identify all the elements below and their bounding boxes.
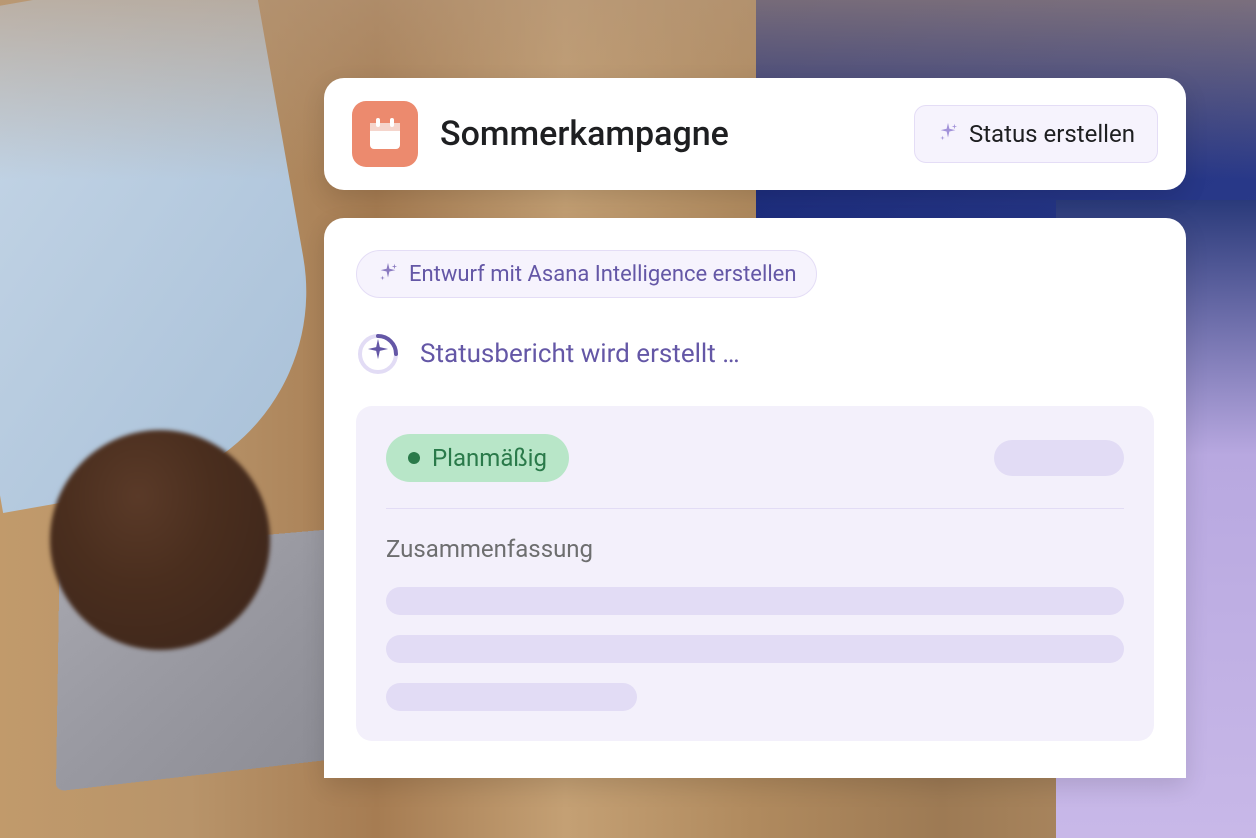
placeholder-skeleton [386,683,637,711]
sparkle-icon [937,121,959,147]
placeholder-skeleton [386,635,1124,663]
loading-spinner-icon [356,332,400,376]
report-panel: Planmäßig Zusammenfassung [356,406,1154,741]
status-pill-label: Planmäßig [432,444,547,472]
ai-draft-chip[interactable]: Entwurf mit Asana Intelligence erstellen [356,250,817,298]
placeholder-skeleton [994,440,1124,476]
project-calendar-icon [352,101,418,167]
status-report-card: Entwurf mit Asana Intelligence erstellen… [324,218,1186,778]
sparkle-icon [377,261,399,287]
generating-row: Statusbericht wird erstellt … [356,332,1154,376]
summary-skeleton [386,587,1124,711]
ai-draft-label: Entwurf mit Asana Intelligence erstellen [409,262,796,287]
generating-status-text: Statusbericht wird erstellt … [420,339,740,369]
project-title: Sommerkampagne [440,114,892,154]
create-status-label: Status erstellen [969,120,1135,148]
status-dot-icon [408,452,420,464]
divider [386,508,1124,509]
status-pill-on-track[interactable]: Planmäßig [386,434,569,482]
create-status-button[interactable]: Status erstellen [914,105,1158,163]
summary-heading: Zusammenfassung [386,535,1124,563]
project-header-card: Sommerkampagne Status erstellen [324,78,1186,190]
placeholder-skeleton [386,587,1124,615]
